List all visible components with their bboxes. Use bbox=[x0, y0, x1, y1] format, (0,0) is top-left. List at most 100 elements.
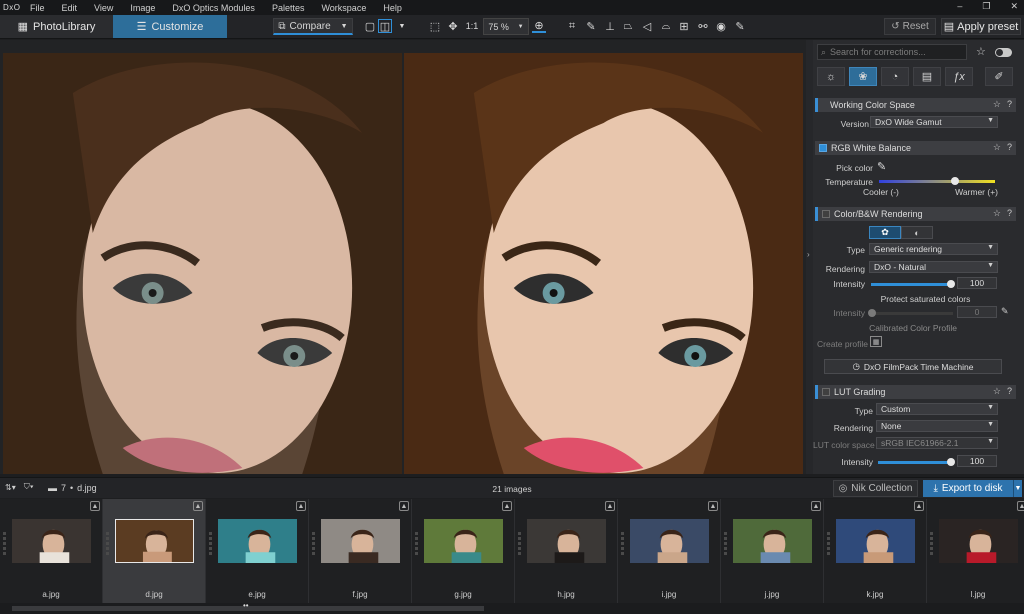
intensity-slider[interactable] bbox=[871, 280, 955, 288]
rating-stars[interactable] bbox=[312, 532, 315, 555]
eyedropper-icon[interactable]: ✎ bbox=[584, 19, 598, 33]
enable-checkbox[interactable] bbox=[819, 144, 827, 152]
rendering-dropdown[interactable]: DxO - Natural ▼ bbox=[869, 261, 998, 273]
eyedropper-icon[interactable]: ✎ bbox=[877, 160, 886, 173]
tab-customize[interactable]: ☰ Customize bbox=[113, 15, 227, 38]
panel-collapse-handle[interactable]: › bbox=[806, 40, 813, 474]
favorites-star-icon[interactable]: ☆ bbox=[976, 45, 986, 58]
zoom-select[interactable]: 75 % ▼ bbox=[483, 18, 529, 35]
star-icon[interactable]: ☆ bbox=[993, 142, 1001, 153]
enable-checkbox[interactable] bbox=[822, 388, 830, 396]
type-dropdown[interactable]: Generic rendering ▼ bbox=[869, 243, 998, 255]
fit-screen-icon[interactable]: ⬚ bbox=[428, 19, 442, 33]
watermark-icon[interactable]: ✎ bbox=[733, 19, 747, 33]
compare-button[interactable]: ⧉ Compare ▼ bbox=[273, 18, 353, 35]
move-icon[interactable]: ✥ bbox=[446, 19, 460, 33]
rating-stars[interactable] bbox=[3, 532, 6, 555]
nik-collection-button[interactable]: ◎ Nik Collection bbox=[833, 480, 918, 497]
apply-preset-button[interactable]: ▤ Apply preset bbox=[941, 18, 1021, 35]
eye-icon[interactable]: ◉ bbox=[714, 19, 728, 33]
crop-icon[interactable]: ⌗ bbox=[565, 19, 579, 33]
filmstrip-item[interactable]: ▲ k.jpg bbox=[824, 499, 927, 603]
filmstrip-item[interactable]: ▲ i.jpg bbox=[618, 499, 721, 603]
section-color-rendering[interactable]: Color/B&W Rendering ☆? bbox=[815, 207, 1016, 221]
enable-checkbox[interactable] bbox=[822, 210, 830, 218]
rating-stars[interactable] bbox=[621, 532, 624, 555]
filmstrip-item[interactable]: ▲ h.jpg bbox=[515, 499, 618, 603]
lut-rendering-dropdown[interactable]: None ▼ bbox=[876, 420, 998, 432]
rating-stars[interactable] bbox=[209, 532, 212, 555]
link-icon[interactable]: ⚯ bbox=[696, 19, 710, 33]
repair-icon[interactable]: ⌓ bbox=[659, 19, 673, 33]
minimize-icon[interactable]: – bbox=[957, 1, 962, 12]
rating-stars[interactable] bbox=[106, 532, 109, 555]
close-icon[interactable]: ✕ bbox=[1010, 1, 1018, 12]
star-icon[interactable]: ☆ bbox=[993, 99, 1001, 110]
reset-button[interactable]: ↺ Reset bbox=[884, 18, 936, 35]
temperature-slider[interactable] bbox=[879, 177, 995, 185]
horizon-icon[interactable]: ⊥ bbox=[603, 19, 617, 33]
light-tab-icon[interactable]: ☼ bbox=[817, 67, 845, 86]
export-to-disk-button[interactable]: ⤓ Export to disk bbox=[923, 480, 1013, 497]
lut-type-dropdown[interactable]: Custom ▼ bbox=[876, 403, 998, 415]
star-icon[interactable]: ☆ bbox=[993, 386, 1001, 397]
rating-stars[interactable] bbox=[827, 532, 830, 555]
filmstrip-scrollbar[interactable]: •• bbox=[0, 601, 1024, 614]
menu-workspace[interactable]: Workspace bbox=[321, 3, 366, 13]
menu-help[interactable]: Help bbox=[383, 3, 402, 13]
intensity-value-box[interactable]: 100 bbox=[957, 277, 997, 289]
one-to-one-button[interactable]: 1:1 bbox=[463, 19, 481, 33]
geometry-tab-icon[interactable]: ▤ bbox=[913, 67, 941, 86]
help-icon[interactable]: ? bbox=[1007, 386, 1012, 397]
bw-mode-icon[interactable]: ◐ bbox=[901, 226, 933, 239]
restore-icon[interactable]: ❐ bbox=[982, 1, 990, 12]
menu-edit[interactable]: Edit bbox=[62, 3, 78, 13]
menu-dxo-optics-modules[interactable]: DxO Optics Modules bbox=[172, 3, 255, 13]
filmpack-time-machine-button[interactable]: ◷ DxO FilmPack Time Machine bbox=[824, 359, 1002, 374]
menu-view[interactable]: View bbox=[94, 3, 113, 13]
rating-stars[interactable] bbox=[930, 532, 933, 555]
filmstrip-item[interactable]: ▲ e.jpg bbox=[206, 499, 309, 603]
lut-intensity-value-box[interactable]: 100 bbox=[957, 455, 997, 467]
effects-tab-icon[interactable]: ƒx bbox=[945, 67, 973, 86]
perspective-icon[interactable]: ⏢ bbox=[621, 19, 635, 33]
filmstrip-item[interactable]: ▲ l.jpg bbox=[927, 499, 1024, 603]
color-mode-icon[interactable]: ✿ bbox=[869, 226, 901, 239]
view-mode-dropdown-icon[interactable]: ▼ bbox=[395, 19, 409, 33]
star-icon[interactable]: ☆ bbox=[993, 208, 1001, 219]
photo-after[interactable] bbox=[404, 53, 803, 474]
section-lut-grading[interactable]: LUT Grading ☆? bbox=[815, 385, 1016, 399]
lut-colorspace-dropdown[interactable]: sRGB IEC61966-2.1 ▼ bbox=[876, 437, 998, 449]
protect-intensity-value-box[interactable]: 0 bbox=[957, 306, 997, 318]
rating-stars[interactable] bbox=[518, 532, 521, 555]
color-tab-icon[interactable]: ❀ bbox=[849, 67, 877, 86]
menu-image[interactable]: Image bbox=[130, 3, 155, 13]
filmstrip[interactable]: ▲ a.jpg ▲ d.jpg ▲ e.jpg ▲ f.jpg ▲ g.jpg ▲ h.jpg ▲ i.j… bbox=[0, 499, 1024, 603]
single-view-icon[interactable]: ▢ bbox=[363, 19, 377, 33]
photo-before[interactable] bbox=[3, 53, 402, 474]
favorites-toggle[interactable] bbox=[995, 48, 1012, 57]
create-profile-icon[interactable]: ▦ bbox=[870, 336, 882, 347]
rating-stars[interactable] bbox=[415, 532, 418, 555]
filmstrip-item[interactable]: ▲ j.jpg bbox=[721, 499, 824, 603]
local-tab-icon[interactable]: ✐ bbox=[985, 67, 1013, 86]
version-dropdown[interactable]: DxO Wide Gamut ▼ bbox=[870, 116, 998, 128]
side-by-side-icon[interactable]: ◫ bbox=[378, 19, 392, 33]
section-white-balance[interactable]: RGB White Balance ☆? bbox=[815, 141, 1016, 155]
protect-intensity-slider[interactable] bbox=[868, 309, 953, 317]
section-working-color-space[interactable]: Working Color Space ☆? bbox=[815, 98, 1016, 112]
menu-palettes[interactable]: Palettes bbox=[272, 3, 305, 13]
tab-photolibrary[interactable]: ▦ PhotoLibrary bbox=[0, 15, 113, 38]
filmstrip-item[interactable]: ▲ a.jpg bbox=[0, 499, 103, 603]
help-icon[interactable]: ? bbox=[1007, 142, 1012, 153]
export-options-chevron-icon[interactable]: ▼ bbox=[1013, 480, 1022, 497]
help-icon[interactable]: ? bbox=[1007, 99, 1012, 110]
filmstrip-item[interactable]: ▲ f.jpg bbox=[309, 499, 412, 603]
eyedropper-icon[interactable]: ✎ bbox=[1001, 306, 1009, 317]
image-viewer[interactable] bbox=[0, 40, 806, 474]
zoom-in-icon[interactable]: ⊕ bbox=[532, 19, 546, 33]
detail-tab-icon[interactable]: ◔ bbox=[881, 67, 909, 86]
red-eye-icon[interactable]: ⊞ bbox=[677, 19, 691, 33]
rating-stars[interactable] bbox=[724, 532, 727, 555]
help-icon[interactable]: ? bbox=[1007, 208, 1012, 219]
